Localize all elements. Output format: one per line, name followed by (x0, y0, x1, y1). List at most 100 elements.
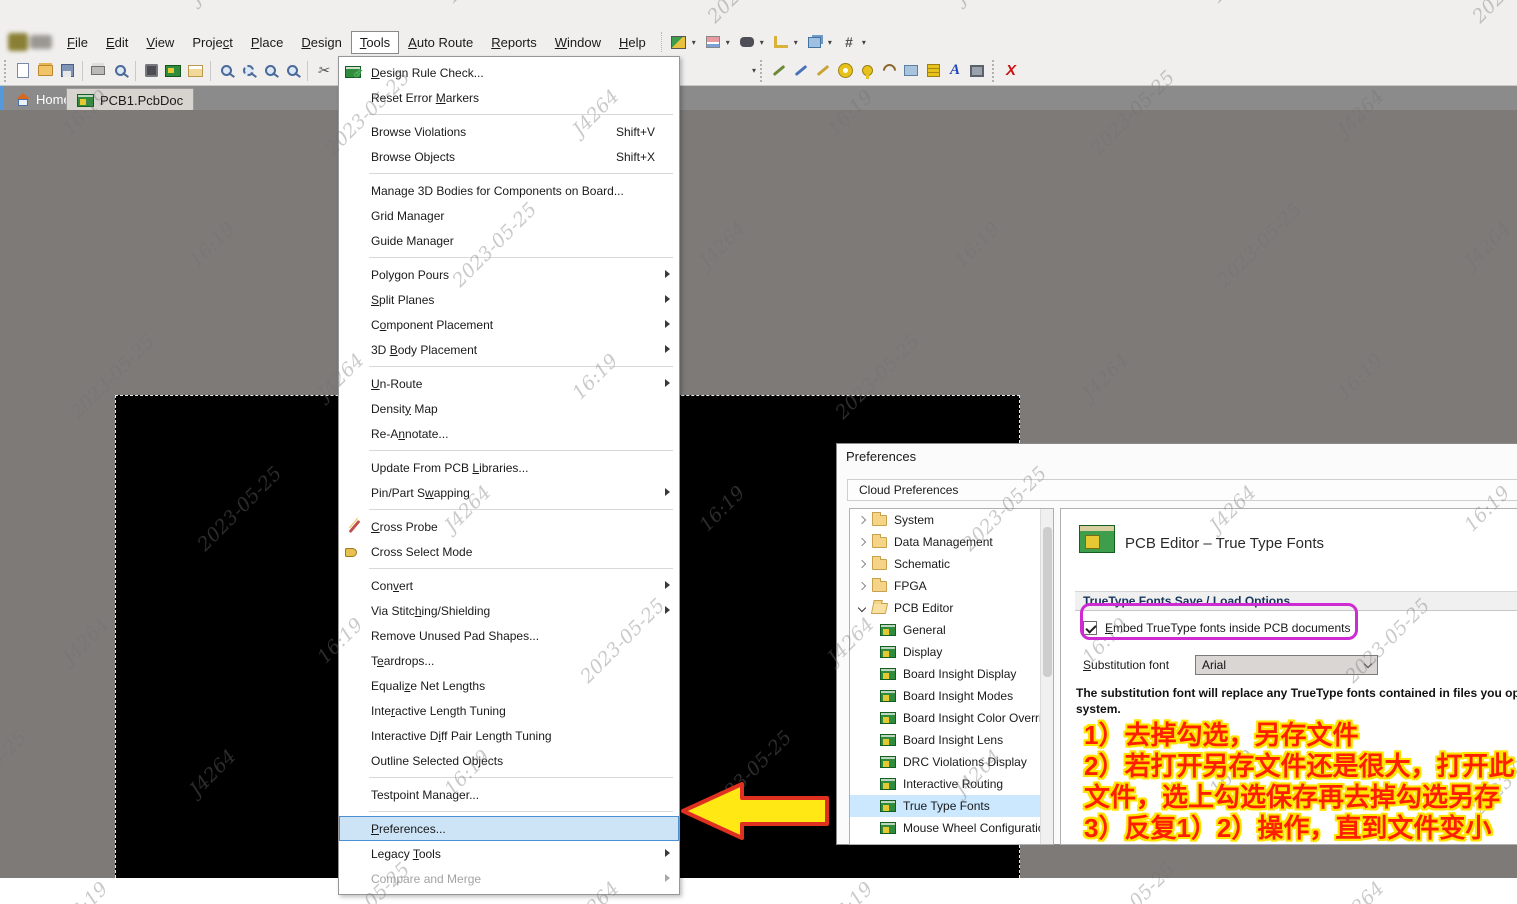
grid-tool-button[interactable]: #▾ (838, 32, 866, 52)
chevron-right-icon[interactable] (858, 538, 866, 546)
menu-item-cross-select-mode[interactable]: Cross Select Mode (339, 539, 679, 564)
tree-item-interactive-routing[interactable]: Interactive Routing (850, 773, 1053, 795)
zoom-area-button[interactable] (238, 61, 258, 81)
print-preview-button[interactable] (110, 61, 130, 81)
dimension-tool-button[interactable]: ▾ (770, 32, 798, 52)
chevron-right-icon[interactable] (858, 582, 866, 590)
menu-item-interactive-diff-pair-length-tuning[interactable]: Interactive Diff Pair Length Tuning (339, 723, 679, 748)
tab-pcb1-pcbdoc[interactable]: PCB1.PcbDoc (66, 88, 194, 111)
menu-item-un-route[interactable]: Un-Route (339, 371, 679, 396)
zoom-window-button[interactable] (216, 61, 236, 81)
toolbar-drag-handle[interactable] (4, 60, 8, 82)
tree-item-general[interactable]: General (850, 619, 1053, 641)
zoom-in-button[interactable] (260, 61, 280, 81)
new-document-button[interactable] (13, 61, 33, 81)
menu-item-3d-body-placement[interactable]: 3D Body Placement (339, 337, 679, 362)
tree-item-mouse-wheel-configuration[interactable]: Mouse Wheel Configuration (850, 817, 1053, 839)
view-3d-button[interactable] (141, 61, 161, 81)
save-button[interactable] (57, 61, 77, 81)
chevron-down-icon[interactable]: ▾ (692, 38, 696, 47)
menu-item-testpoint-manager[interactable]: Testpoint Manager... (339, 782, 679, 807)
chevron-down-icon[interactable]: ▾ (828, 38, 832, 47)
tree-item-drc-violations-display[interactable]: DRC Violations Display (850, 751, 1053, 773)
menu-item-remove-unused-pad-shapes[interactable]: Remove Unused Pad Shapes... (339, 623, 679, 648)
menu-item-guide-manager[interactable]: Guide Manager (339, 228, 679, 253)
print-button[interactable] (88, 61, 108, 81)
chevron-down-icon[interactable]: ▾ (760, 38, 764, 47)
menu-item-outline-selected-objects[interactable]: Outline Selected Objects (339, 748, 679, 773)
menu-item-manage-3d-bodies-for-components-on-board[interactable]: Manage 3D Bodies for Components on Board… (339, 178, 679, 203)
menu-item-compare-and-merge[interactable]: Compare and Merge (339, 866, 679, 891)
menu-item-browse-violations[interactable]: Browse ViolationsShift+V (339, 119, 679, 144)
menu-item-interactive-length-tuning[interactable]: Interactive Length Tuning (339, 698, 679, 723)
room-tool-button[interactable]: ▾ (804, 32, 832, 52)
menu-item-cross-probe[interactable]: Cross Probe (339, 514, 679, 539)
cut-button[interactable]: ✂ (313, 61, 333, 81)
tree-item-fpga[interactable]: FPGA (850, 575, 1053, 597)
align-tool-button[interactable]: ▾ (702, 32, 730, 52)
place-via-button[interactable] (857, 61, 877, 81)
place-fill-button[interactable] (901, 61, 921, 81)
layer-combo-dropdown[interactable]: ▾ (752, 66, 756, 75)
place-component-button[interactable] (967, 61, 987, 81)
menubar-item-window[interactable]: Window (546, 31, 610, 54)
place-polygon-button[interactable] (923, 61, 943, 81)
menu-item-preferences[interactable]: Preferences... (339, 816, 679, 841)
tree-item-board-insight-display[interactable]: Board Insight Display (850, 663, 1053, 685)
measure-tool-button[interactable]: ▾ (668, 32, 696, 52)
place-string-button[interactable]: A (945, 61, 965, 81)
menu-item-reset-error-markers[interactable]: Reset Error Markers (339, 85, 679, 110)
chevron-right-icon[interactable] (858, 560, 866, 568)
menu-item-re-annotate[interactable]: Re-Annotate... (339, 421, 679, 446)
open-document-button[interactable] (35, 61, 55, 81)
menu-item-grid-manager[interactable]: Grid Manager (339, 203, 679, 228)
tree-item-schematic[interactable]: Schematic (850, 553, 1053, 575)
cloud-preferences-bar[interactable]: Cloud Preferences (847, 479, 1517, 501)
menu-item-update-from-pcb-libraries[interactable]: Update From PCB Libraries... (339, 455, 679, 480)
tree-item-board-insight-color-overrides[interactable]: Board Insight Color Overrides (850, 707, 1053, 729)
menu-item-pin-part-swapping[interactable]: Pin/Part Swapping (339, 480, 679, 505)
menu-item-component-placement[interactable]: Component Placement (339, 312, 679, 337)
zoom-filter-button[interactable] (282, 61, 302, 81)
menubar-item-design[interactable]: Design (292, 31, 350, 54)
chevron-down-icon[interactable]: ▾ (862, 38, 866, 47)
tree-item-true-type-fonts[interactable]: True Type Fonts (850, 795, 1053, 817)
menubar-item-edit[interactable]: Edit (97, 31, 137, 54)
menubar-item-project[interactable]: Project (183, 31, 241, 54)
find-tool-button[interactable]: ▾ (736, 32, 764, 52)
embed-fonts-checkbox[interactable] (1083, 621, 1097, 635)
diff-pair-route-button[interactable] (813, 61, 833, 81)
substitution-font-select[interactable]: Arial (1195, 655, 1378, 675)
menu-item-density-map[interactable]: Density Map (339, 396, 679, 421)
menu-item-convert[interactable]: Convert (339, 573, 679, 598)
tree-item-display[interactable]: Display (850, 641, 1053, 663)
tree-scrollbar[interactable] (1040, 509, 1053, 844)
menu-item-polygon-pours[interactable]: Polygon Pours (339, 262, 679, 287)
menubar-item-tools[interactable]: Tools (351, 31, 399, 54)
menubar-item-reports[interactable]: Reports (482, 31, 546, 54)
menu-item-browse-objects[interactable]: Browse ObjectsShift+X (339, 144, 679, 169)
menubar-item-help[interactable]: Help (610, 31, 655, 54)
place-arc-button[interactable] (879, 61, 899, 81)
board-view-button[interactable] (163, 61, 183, 81)
interactive-route-button[interactable] (791, 61, 811, 81)
chevron-down-icon[interactable]: ▾ (794, 38, 798, 47)
panels-button[interactable] (185, 61, 205, 81)
menu-item-split-planes[interactable]: Split Planes (339, 287, 679, 312)
tree-item-data-management[interactable]: Data Management (850, 531, 1053, 553)
menubar-item-auto-route[interactable]: Auto Route (399, 31, 482, 54)
route-button[interactable] (769, 61, 789, 81)
chevron-down-icon[interactable] (858, 604, 866, 612)
keepout-button[interactable]: X (1001, 61, 1021, 81)
menubar-item-place[interactable]: Place (242, 31, 293, 54)
tree-item-board-insight-lens[interactable]: Board Insight Lens (850, 729, 1053, 751)
menu-item-teardrops[interactable]: Teardrops... (339, 648, 679, 673)
menu-item-via-stitching-shielding[interactable]: Via Stitching/Shielding (339, 598, 679, 623)
menubar-item-view[interactable]: View (137, 31, 183, 54)
place-pad-button[interactable] (835, 61, 855, 81)
chevron-down-icon[interactable]: ▾ (726, 38, 730, 47)
menubar-item-file[interactable]: File (58, 31, 97, 54)
tree-item-system[interactable]: System (850, 509, 1053, 531)
menu-item-legacy-tools[interactable]: Legacy Tools (339, 841, 679, 866)
tree-item-board-insight-modes[interactable]: Board Insight Modes (850, 685, 1053, 707)
